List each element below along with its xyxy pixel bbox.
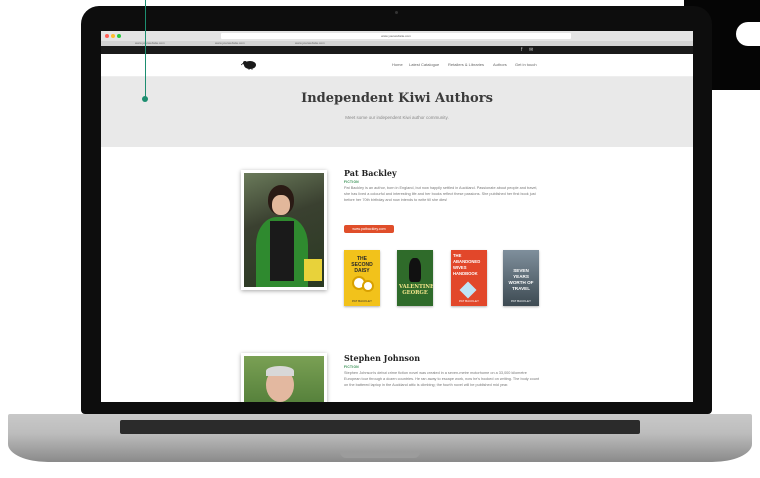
- email-icon[interactable]: ✉: [529, 47, 533, 53]
- site-top-bar: f ✉: [101, 46, 693, 54]
- site-header: Home Latest Catalogue Retailers & Librar…: [101, 54, 693, 77]
- close-window-icon[interactable]: [105, 34, 109, 38]
- author-genre: FICTION: [344, 365, 359, 369]
- laptop-keyboard: [120, 420, 640, 434]
- author-genre: FICTION: [344, 180, 359, 184]
- laptop-screen: www.yourwebsite.com www.yourwebsite.com …: [101, 31, 693, 402]
- maximize-window-icon[interactable]: [117, 34, 121, 38]
- nav-latest-catalogue[interactable]: Latest Catalogue: [409, 62, 439, 67]
- author-name: Pat Backley: [344, 168, 397, 178]
- author-bio: Pat Backley is an author, born in Englan…: [344, 186, 538, 202]
- camera-icon: [395, 11, 398, 14]
- page-subtitle: Meet some our independent Kiwi author co…: [345, 115, 449, 120]
- kiwi-logo-badge-icon: [736, 22, 760, 46]
- browser-toolbar: www.yourwebsite.com: [101, 31, 693, 41]
- nav-get-in-touch[interactable]: Get in touch: [515, 62, 537, 67]
- minimize-window-icon[interactable]: [111, 34, 115, 38]
- address-bar[interactable]: www.yourwebsite.com: [221, 33, 571, 39]
- facebook-icon[interactable]: f: [521, 47, 522, 53]
- book-cover[interactable]: THE ABANDONED WIVES HANDBOOK PAT BACKLEY: [451, 250, 487, 306]
- nav-retailers-libraries[interactable]: Retailers & Libraries: [448, 62, 484, 67]
- book-cover[interactable]: VALENTINE GEORGE: [397, 250, 433, 306]
- nav-authors[interactable]: Authors: [493, 62, 507, 67]
- book-cover[interactable]: THE SECOND DAISY PAT BACKLEY: [344, 250, 380, 306]
- hero-banner: Independent Kiwi Authors Meet some our i…: [101, 77, 693, 147]
- annotation-pointer-dot: [142, 96, 148, 102]
- nav-home[interactable]: Home: [392, 62, 403, 67]
- book-cover[interactable]: SEVEN YEARS WORTH OF TRAVEL PAT BACKLEY: [503, 250, 539, 306]
- author-photo: [241, 353, 327, 402]
- author-photo: [241, 170, 327, 290]
- laptop-notch: [340, 452, 420, 458]
- kiwi-bird-logo-icon[interactable]: [241, 59, 257, 70]
- annotation-pointer-line: [145, 0, 146, 99]
- author-website-button[interactable]: www.patbackley.com: [344, 225, 394, 233]
- author-name: Stephen Johnson: [344, 353, 421, 363]
- page-title: Independent Kiwi Authors: [301, 91, 493, 106]
- author-bio: Stephen Johnson's debut crime fiction no…: [344, 371, 540, 387]
